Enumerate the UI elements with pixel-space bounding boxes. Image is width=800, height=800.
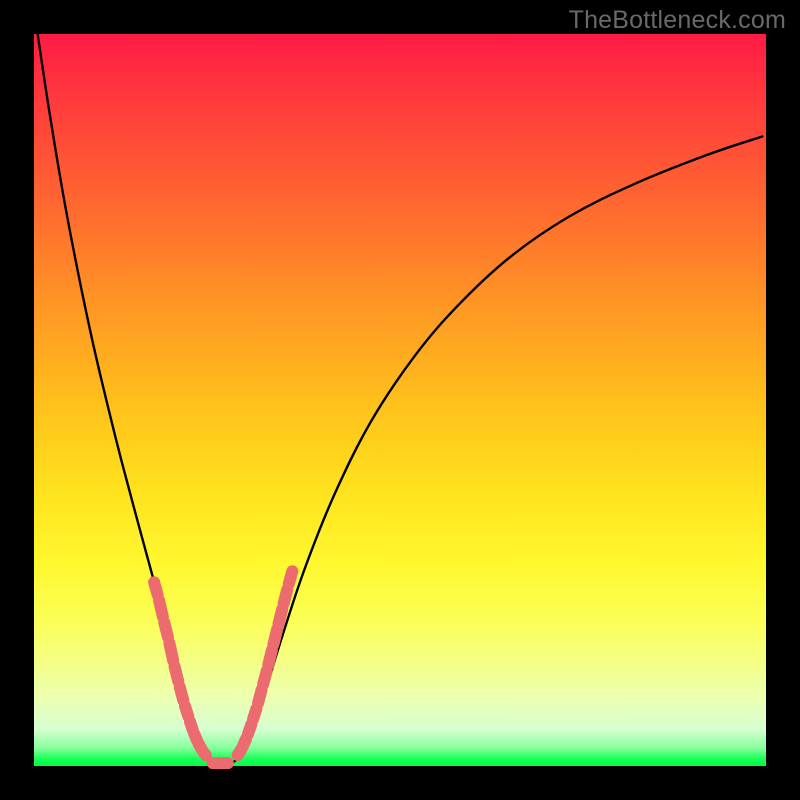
watermark-text: TheBottleneck.com xyxy=(569,6,786,35)
frame: TheBottleneck.com xyxy=(0,0,800,800)
highlight-segment xyxy=(273,630,277,645)
highlight-segment xyxy=(154,582,158,595)
highlight-segment xyxy=(180,687,184,700)
highlight-segment xyxy=(263,671,267,684)
highlight-segment xyxy=(203,752,206,756)
plot-area xyxy=(34,34,766,766)
highlight-segment xyxy=(248,725,251,734)
highlight-segment xyxy=(185,706,188,716)
highlight-segment xyxy=(284,590,288,604)
highlight-segment xyxy=(169,643,173,661)
highlight-segment xyxy=(258,690,262,703)
highlight-segment xyxy=(253,709,256,719)
highlight-segment xyxy=(175,666,179,681)
highlight-segment xyxy=(268,650,272,665)
optimal-range-pill xyxy=(207,757,234,769)
highlight-segment xyxy=(243,739,246,746)
highlight-segment xyxy=(278,609,282,624)
chart-svg xyxy=(34,34,766,766)
highlight-segment xyxy=(289,571,293,584)
highlight-segment xyxy=(164,623,168,638)
bottleneck-curve xyxy=(38,34,763,765)
highlight-segment xyxy=(159,601,163,617)
